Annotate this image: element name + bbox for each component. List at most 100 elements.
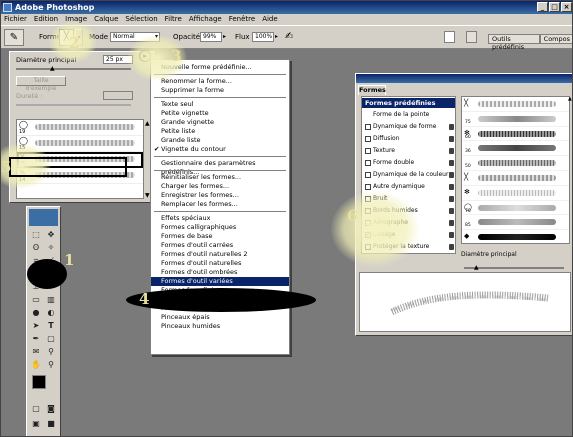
menu-item[interactable]: Renommer la forme... <box>151 77 289 86</box>
lasso-tool-icon[interactable]: ʘ <box>30 242 42 253</box>
menu-item[interactable]: Vignette du contour <box>151 145 289 154</box>
formes-diametre-slider[interactable] <box>464 267 564 269</box>
menu-item[interactable]: Petite liste <box>151 127 289 136</box>
menu-item[interactable]: Grande vignette <box>151 118 289 127</box>
list-item[interactable]: ✻ 60 <box>462 127 569 142</box>
formes-option-item[interactable]: Dynamique de la couleur <box>363 170 455 180</box>
lock-icon[interactable] <box>449 148 454 154</box>
formes-slider-thumb-icon[interactable]: ▲ <box>474 264 479 271</box>
formes-option-item[interactable]: Forme de la pointe <box>363 110 455 120</box>
checkbox[interactable] <box>365 148 371 154</box>
checkbox[interactable] <box>365 172 371 178</box>
eyedropper-tool-icon[interactable]: ⚲ <box>45 346 57 357</box>
menu-item[interactable]: Grande liste <box>151 136 289 145</box>
list-item[interactable]: ╳ <box>462 97 569 112</box>
file-browser-icon[interactable] <box>444 31 455 43</box>
list-item[interactable]: 85 <box>462 215 569 231</box>
maximize-icon[interactable]: □ <box>549 2 560 12</box>
notes-tool-icon[interactable]: ✉ <box>30 346 42 357</box>
menu-item[interactable]: Pinceaux humides <box>151 322 289 331</box>
tab-compos[interactable]: Compos <box>539 34 572 44</box>
menu-item[interactable]: Enregistrer les formes... <box>151 191 289 200</box>
list-item[interactable]: ◯ 70 <box>462 201 569 216</box>
airbrush-icon[interactable]: ✍ <box>285 31 293 42</box>
lock-icon[interactable] <box>449 160 454 166</box>
standard-mode-icon[interactable]: ▢ <box>30 403 42 414</box>
menu-item[interactable]: Supprimer la forme <box>151 86 289 95</box>
lock-icon[interactable] <box>449 220 454 226</box>
formes-option-item[interactable]: Dynamique de forme <box>363 122 455 132</box>
menu-fichier[interactable]: Fichier <box>4 14 27 25</box>
menu-item[interactable]: Formes d'outil carrées <box>151 241 289 250</box>
scroll-up-icon[interactable]: ▲ <box>568 96 572 102</box>
menu-item[interactable]: Réinitialiser les formes... <box>151 173 289 182</box>
diametre-slider-thumb-icon[interactable]: ▲ <box>50 65 55 72</box>
tab-outils-predefinis[interactable]: Outils prédéfinis <box>488 34 540 51</box>
lock-icon[interactable] <box>449 184 454 190</box>
lock-icon[interactable] <box>449 208 454 214</box>
checkbox[interactable] <box>365 160 371 166</box>
scroll-down-icon[interactable]: ▼ <box>145 192 150 199</box>
gradient-tool-icon[interactable]: ▥ <box>45 294 57 305</box>
quick-mask-icon[interactable]: ◙ <box>45 403 57 414</box>
list-item[interactable]: 36 <box>462 141 569 157</box>
menu-item[interactable]: Formes calligraphiques <box>151 223 289 232</box>
menu-item[interactable]: Formes d'outil variées <box>151 277 289 286</box>
menu-item[interactable]: Formes de base <box>151 232 289 241</box>
lock-icon[interactable] <box>449 232 454 238</box>
eraser-tool-icon[interactable]: ▭ <box>30 294 42 305</box>
menu-calque[interactable]: Calque <box>94 14 118 25</box>
menu-selection[interactable]: Sélection <box>125 14 157 25</box>
menu-affichage[interactable]: Affichage <box>189 14 222 25</box>
list-item[interactable]: ◆ <box>462 230 569 243</box>
magic-wand-icon[interactable]: ✧ <box>45 242 57 253</box>
checkbox[interactable] <box>365 124 371 130</box>
pen-tool-icon[interactable]: ✒ <box>30 333 42 344</box>
flux-field[interactable]: 100% <box>252 32 274 42</box>
diametre-slider[interactable] <box>16 68 131 70</box>
list-item[interactable]: 50 <box>462 156 569 171</box>
flux-arrow-icon[interactable]: ▸ <box>275 33 278 40</box>
tab-formes[interactable]: Formes <box>358 85 386 95</box>
checkbox[interactable] <box>365 184 371 190</box>
minimize-icon[interactable]: _ <box>537 2 548 12</box>
formes-option-item[interactable]: Diffusion <box>363 134 455 144</box>
lock-icon[interactable] <box>449 124 454 130</box>
menu-item[interactable]: Gestionnaire des paramètres prédéfinis..… <box>151 159 289 176</box>
menu-edition[interactable]: Edition <box>34 14 58 25</box>
list-item[interactable]: ✻ <box>462 186 569 201</box>
shape-tool-icon[interactable]: ▢ <box>45 333 57 344</box>
menu-aide[interactable]: Aide <box>262 14 277 25</box>
menu-item[interactable]: Formes d'outil naturelles <box>151 259 289 268</box>
menu-item[interactable]: Formes d'outil ombrées <box>151 268 289 277</box>
scroll-up-icon[interactable]: ▲ <box>145 120 150 127</box>
formes-option-item[interactable]: Forme double <box>363 158 455 168</box>
marquee-tool-icon[interactable]: ⬚ <box>30 229 42 240</box>
brush-tool-icon[interactable]: ✎ <box>4 29 24 46</box>
menu-filtre[interactable]: Filtre <box>165 14 182 25</box>
menu-item[interactable]: Charger les formes... <box>151 182 289 191</box>
palette-well-icon[interactable] <box>466 31 477 43</box>
dodge-tool-icon[interactable]: ◐ <box>45 307 57 318</box>
lock-icon[interactable] <box>449 136 454 142</box>
formes-predefinies-item[interactable]: Formes prédéfinies <box>362 98 455 108</box>
menu-item[interactable]: Pinceaux épais <box>151 313 289 322</box>
lock-icon[interactable] <box>449 172 454 178</box>
checkbox[interactable] <box>365 136 371 142</box>
menu-item[interactable]: Petite vignette <box>151 109 289 118</box>
sample-size-button[interactable]: Taille d'exemple <box>16 76 66 92</box>
blur-tool-icon[interactable]: ● <box>30 307 42 318</box>
move-tool-icon[interactable]: ✥ <box>45 229 57 240</box>
list-item[interactable]: ╳ <box>462 171 569 186</box>
menu-item[interactable]: Remplacer les formes... <box>151 200 289 209</box>
menu-item[interactable]: Formes d'outil naturelles 2 <box>151 250 289 259</box>
opacity-field[interactable]: 99% <box>200 32 222 42</box>
foreground-color-swatch[interactable] <box>32 375 46 389</box>
close-icon[interactable]: × <box>561 2 572 12</box>
fullscreen-mode-icon[interactable]: ■ <box>45 418 57 429</box>
opacity-arrow-icon[interactable]: ▸ <box>223 33 226 40</box>
menu-fenetre[interactable]: Fenêtre <box>229 14 255 25</box>
zoom-tool-icon[interactable]: ⚲ <box>45 359 57 370</box>
list-item[interactable]: ◯ 19 <box>17 120 143 136</box>
menu-item[interactable]: Effets spéciaux <box>151 214 289 223</box>
